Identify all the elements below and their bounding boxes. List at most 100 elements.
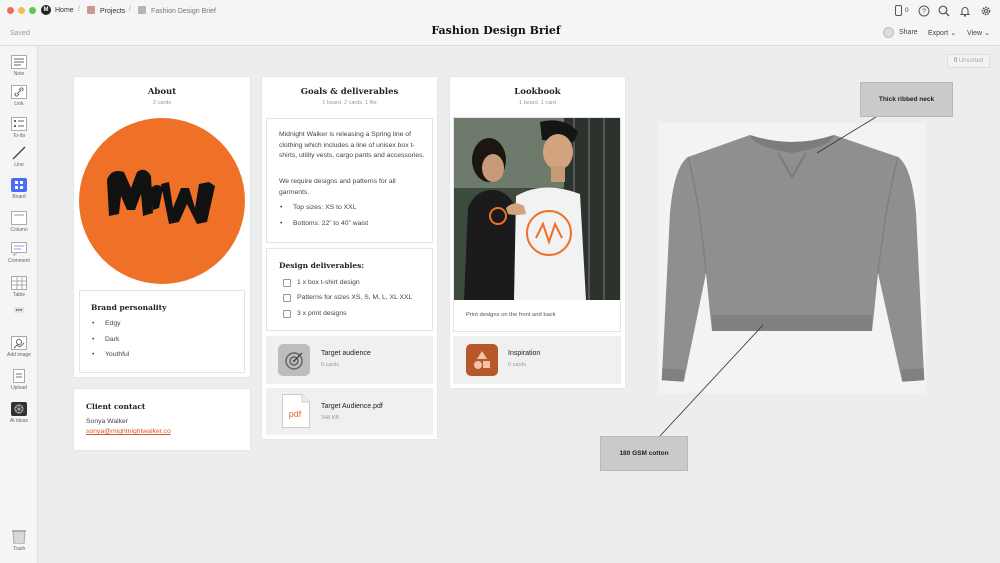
upload-icon [13,369,25,383]
trash[interactable]: Trash [0,530,38,552]
brand-personality-card[interactable]: Brand personality Edgy Dark Youthful [79,290,245,373]
todo-item[interactable]: 3 x print designs [283,310,347,318]
tool-line-label: Line [14,162,24,168]
inspiration-count: 0 cards [508,362,527,368]
tool-column[interactable]: Column [0,211,38,233]
todo-item[interactable]: 1 x box t-shirt design [283,279,360,287]
checkbox[interactable] [283,310,291,318]
save-status: Saved [10,30,30,37]
checkbox[interactable] [283,294,291,302]
checkbox[interactable] [283,279,291,287]
lookbook-photo[interactable] [454,118,620,300]
goals-title: Goals & deliverables [300,87,399,97]
sweatshirt-image[interactable] [658,123,926,393]
target-audience-title: Target audience [321,350,371,357]
list-item: Youthful [92,351,130,358]
lookbook-caption: Print designs on the front and back [466,312,556,318]
client-name: Sonya Walker [86,418,129,425]
client-email-link[interactable]: sonya@mightnightwalker.co [86,427,171,438]
tool-add-image[interactable]: Add image [0,336,38,358]
ai-ideas-icon [11,402,27,416]
device-icon[interactable] [895,5,902,16]
thick-ribbed-neck-note[interactable]: Thick ribbed neck [860,82,953,117]
settings-gear-icon[interactable] [980,5,992,17]
brief-require-text: We require designs and patterns for all … [279,178,396,196]
tool-comment-label: Comment [8,258,30,264]
pdf-file-icon: pdf [282,394,310,428]
tool-upload[interactable]: Upload [0,369,38,391]
link-icon [11,85,27,99]
view-button[interactable]: View ⌄ [967,29,990,37]
breadcrumb-separator: / [78,6,80,13]
goals-card-count: 1 board, 2 cards, 1 file [322,100,377,106]
share-button[interactable]: Share [899,29,918,36]
deliverables-card[interactable]: Design deliverables: 1 x box t-shirt des… [266,248,433,331]
unsorted-button[interactable]: 0 Unsorted [947,54,990,68]
notifications-bell-icon[interactable] [959,5,971,17]
tool-ai-ideas-label: AI ideas [9,418,29,424]
search-icon[interactable] [938,5,950,17]
tool-ai-ideas[interactable]: AI ideas [0,402,38,424]
tool-more[interactable] [0,307,38,316]
brief-note-card[interactable]: Midnight Walker is releasing a Spring li… [266,118,433,243]
tool-link[interactable]: Link [0,85,38,107]
tool-link-label: Link [14,101,24,107]
trash-label: Trash [12,546,26,552]
tool-board-label: Board [12,194,26,200]
deliverables-heading: Design deliverables: [279,261,365,270]
pdf-file-size: 348 KB [321,415,340,421]
goals-column[interactable]: Goals & deliverables 1 board, 2 cards, 1… [262,77,437,439]
about-card-count: 2 cards [152,100,172,106]
list-item: Dark [92,336,120,343]
list-item: Bottoms: 22” to 40” waist [280,220,368,227]
client-contact-heading: Client contact [86,402,146,411]
lookbook-column[interactable]: Lookbook 1 board, 1 card Print designs o… [450,77,625,388]
top-bar: M Home / Projects / Fashion Design Brief… [0,0,1000,46]
tool-todo[interactable]: To-do [0,117,38,139]
svg-text:?: ? [922,9,926,16]
milanote-logo-icon[interactable]: M [41,5,51,15]
breadcrumb-home[interactable]: Home [55,6,74,16]
tool-column-label: Column [10,227,28,233]
tool-table[interactable]: Table [0,276,38,298]
unsorted-label: Unsorted [958,58,984,64]
target-icon [278,344,310,376]
pdf-file-name: Target Audience.pdf [321,403,383,410]
add-image-icon [11,336,27,350]
close-window-button[interactable] [7,7,14,14]
lookbook-card-count: 1 board, 1 card [519,100,556,106]
tool-line[interactable]: Line [0,146,38,168]
breadcrumb-projects[interactable]: Projects [87,6,125,16]
target-audience-board[interactable]: Target audience 0 cards [266,336,433,384]
breadcrumb-current-label: Fashion Design Brief [151,8,216,15]
column-icon [11,211,27,225]
inspiration-board[interactable]: Inspiration 0 cards [453,336,621,384]
lookbook-image-card[interactable]: Print designs on the front and back [453,117,621,332]
export-label: Export [928,30,949,37]
list-item: Top sizes: XS to XXL [280,204,357,211]
export-button[interactable]: Export ⌄ [928,29,956,37]
breadcrumb-current[interactable]: Fashion Design Brief [138,6,216,16]
client-contact-card[interactable]: Client contact Sonya Walker sonya@mightn… [74,389,250,450]
tool-note[interactable]: Note [0,55,38,77]
tool-todo-label: To-do [12,133,26,139]
gsm-cotton-note[interactable]: 180 GSM cotton [600,436,688,471]
about-column[interactable]: About 2 cards Brand personality Edgy Dar… [74,77,250,377]
tool-table-label: Table [13,292,25,298]
unsorted-count: 0 [953,58,958,64]
lookbook-title: Lookbook [514,87,561,97]
projects-board-icon [87,6,95,14]
todo-item[interactable]: Patterns for sizes XS, S, M, L, XL XXL [283,294,412,302]
tool-board[interactable]: Board [0,178,38,200]
chevron-down-icon: ⌄ [984,30,990,37]
brand-logo[interactable] [79,118,245,284]
minimize-window-button[interactable] [18,7,25,14]
breadcrumb-separator: / [129,6,131,13]
help-icon[interactable]: ? [918,5,930,17]
comment-icon [11,242,27,256]
pdf-file-card[interactable]: pdf Target Audience.pdf 348 KB [266,388,433,435]
tool-comment[interactable]: Comment [0,242,38,264]
maximize-window-button[interactable] [29,7,36,14]
breadcrumb-projects-label: Projects [100,8,126,15]
brand-personality-heading: Brand personality [91,303,167,312]
